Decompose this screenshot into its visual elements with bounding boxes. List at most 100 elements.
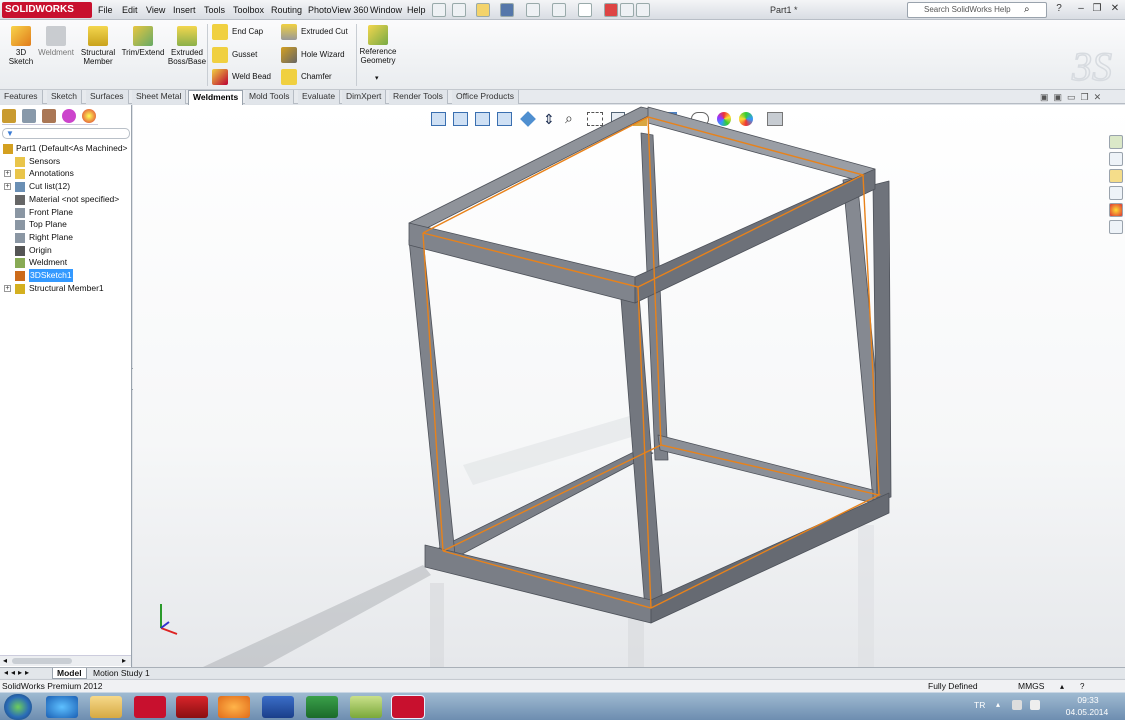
media-player-icon[interactable] <box>218 696 250 718</box>
dimxpert-manager-tab-icon[interactable] <box>62 109 76 123</box>
volume-icon[interactable] <box>1030 700 1040 710</box>
3d-sketch-button[interactable]: 3D Sketch <box>4 26 38 66</box>
filter-input[interactable]: ▼ <box>2 128 130 139</box>
scrollbar-thumb[interactable] <box>12 658 72 664</box>
structural-member-button[interactable]: Structural Member <box>78 26 118 66</box>
clock-date[interactable]: 04.05.2014 <box>1062 707 1112 717</box>
solidworks-taskbar-icon[interactable] <box>134 696 166 718</box>
tree-item[interactable]: Right Plane <box>0 231 131 244</box>
new-file-icon[interactable] <box>452 3 466 17</box>
bottom-front-left-beam[interactable] <box>424 544 652 624</box>
view-palette-icon[interactable] <box>1109 186 1123 200</box>
expand-toggle-icon[interactable]: + <box>4 183 11 191</box>
feature-manager-tab-icon[interactable] <box>2 109 16 123</box>
tree-item[interactable]: + Cut list(12) <box>0 180 131 193</box>
configuration-manager-tab-icon[interactable] <box>42 109 56 123</box>
tree-item[interactable]: 3DSketch1 <box>0 269 131 282</box>
word-icon[interactable] <box>262 696 294 718</box>
bottom-front-right-beam[interactable] <box>650 492 890 624</box>
tray-arrow-icon[interactable]: ▴ <box>996 700 1000 709</box>
top-back-left-beam[interactable] <box>408 106 659 230</box>
menu-edit[interactable]: Edit <box>120 3 140 17</box>
scroll-left-icon[interactable]: ◂ <box>3 656 7 665</box>
appearances-icon[interactable] <box>1109 203 1123 217</box>
undo-icon[interactable] <box>552 3 566 17</box>
extruded-boss-button[interactable]: Extruded Boss/Base <box>166 26 208 66</box>
tree-item[interactable]: Front Plane <box>0 206 131 219</box>
minimize-button[interactable]: – <box>1074 3 1088 16</box>
display-manager-tab-icon[interactable] <box>82 109 96 123</box>
file-explorer-taskbar-icon[interactable] <box>90 696 122 718</box>
menu-view[interactable]: View <box>144 3 167 17</box>
hole-wizard-button[interactable]: Hole Wizard <box>279 46 355 64</box>
start-button[interactable] <box>4 694 32 720</box>
extruded-cut-button[interactable]: Extruded Cut <box>279 23 355 41</box>
chevron-down-icon[interactable]: ▾ <box>375 74 379 82</box>
pin-icon[interactable] <box>432 3 446 17</box>
solidworks-active-taskbar-icon[interactable] <box>391 695 425 719</box>
tree-item[interactable]: Part1 (Default<As Machined> <box>0 142 131 155</box>
viewport-window-controls[interactable]: ▣▣▭❐✕ <box>1040 92 1106 103</box>
tab-mold-tools[interactable]: Mold Tools <box>245 90 295 104</box>
tree-item[interactable]: Weldment <box>0 256 131 269</box>
front-left-post[interactable] <box>408 237 456 560</box>
design-library-icon[interactable] <box>1109 152 1123 166</box>
end-cap-button[interactable]: End Cap <box>210 23 278 41</box>
network-icon[interactable] <box>1012 700 1022 710</box>
tab-surfaces[interactable]: Surfaces <box>86 90 129 104</box>
menu-photoview[interactable]: PhotoView 360 <box>306 3 370 17</box>
graphics-area[interactable]: ⇕ ⌕ <box>133 105 1125 667</box>
menu-file[interactable]: File <box>96 3 115 17</box>
solidworks-logo[interactable]: SOLIDWORKS <box>2 2 92 18</box>
tab-weldments[interactable]: Weldments <box>188 90 244 105</box>
tab-features[interactable]: Features <box>0 90 43 104</box>
tab-dimxpert[interactable]: DimXpert <box>342 90 387 104</box>
language-indicator[interactable]: TR <box>974 700 985 710</box>
tab-office-products[interactable]: Office Products <box>452 90 519 104</box>
horizontal-scrollbar[interactable]: ◂ ▸ <box>0 655 131 666</box>
custom-properties-icon[interactable] <box>1109 220 1123 234</box>
menu-tools[interactable]: Tools <box>202 3 227 17</box>
weld-bead-button[interactable]: Weld Bead <box>210 68 278 86</box>
tab-scroll-arrows[interactable]: ◂◂▸▸ <box>4 668 32 677</box>
tree-item[interactable]: Origin <box>0 244 131 257</box>
gusset-button[interactable]: Gusset <box>210 46 278 64</box>
property-manager-tab-icon[interactable] <box>22 109 36 123</box>
tree-item[interactable]: + Annotations <box>0 167 131 180</box>
excel-icon[interactable] <box>306 696 338 718</box>
top-front-left-beam[interactable] <box>408 222 636 304</box>
close-button[interactable]: ✕ <box>1108 3 1122 16</box>
options-icon[interactable] <box>636 3 650 17</box>
expand-toggle-icon[interactable]: + <box>4 170 11 178</box>
tab-evaluate[interactable]: Evaluate <box>298 90 341 104</box>
reference-geometry-button[interactable]: Reference Geometry <box>358 25 398 65</box>
tab-model[interactable]: Model <box>52 668 87 679</box>
tree-item[interactable]: + Structural Member1 <box>0 282 131 295</box>
chamfer-button[interactable]: Chamfer <box>279 68 355 86</box>
search-icon[interactable]: ⌕ <box>1024 4 1030 15</box>
menu-window[interactable]: Window <box>368 3 404 17</box>
rebuild-icon[interactable] <box>604 3 618 17</box>
tab-sketch[interactable]: Sketch <box>47 90 82 104</box>
solidworks-resources-icon[interactable] <box>1109 135 1123 149</box>
menu-insert[interactable]: Insert <box>171 3 198 17</box>
weldment-button[interactable]: Weldment <box>38 26 74 57</box>
unit-system[interactable]: MMGS <box>1018 680 1044 692</box>
tree-item[interactable]: Top Plane <box>0 218 131 231</box>
tab-motion-study[interactable]: Motion Study 1 <box>89 668 154 679</box>
tab-sheet-metal[interactable]: Sheet Metal <box>132 90 187 104</box>
menu-toolbox[interactable]: Toolbox <box>231 3 266 17</box>
file-explorer-icon[interactable] <box>1109 169 1123 183</box>
open-file-icon[interactable] <box>476 3 490 17</box>
menu-help[interactable]: Help <box>405 3 428 17</box>
internet-explorer-icon[interactable] <box>46 696 78 718</box>
scroll-right-icon[interactable]: ▸ <box>122 656 126 665</box>
clock-time[interactable]: 09:33 <box>1068 695 1108 705</box>
tab-render-tools[interactable]: Render Tools <box>389 90 448 104</box>
top-back-right-beam[interactable] <box>647 106 876 186</box>
tree-item[interactable]: Material <not specified> <box>0 193 131 206</box>
top-front-right-beam[interactable] <box>634 168 876 304</box>
tree-item[interactable]: Sensors <box>0 155 131 168</box>
help-icon[interactable]: ? <box>1052 3 1066 16</box>
menu-routing[interactable]: Routing <box>269 3 304 17</box>
